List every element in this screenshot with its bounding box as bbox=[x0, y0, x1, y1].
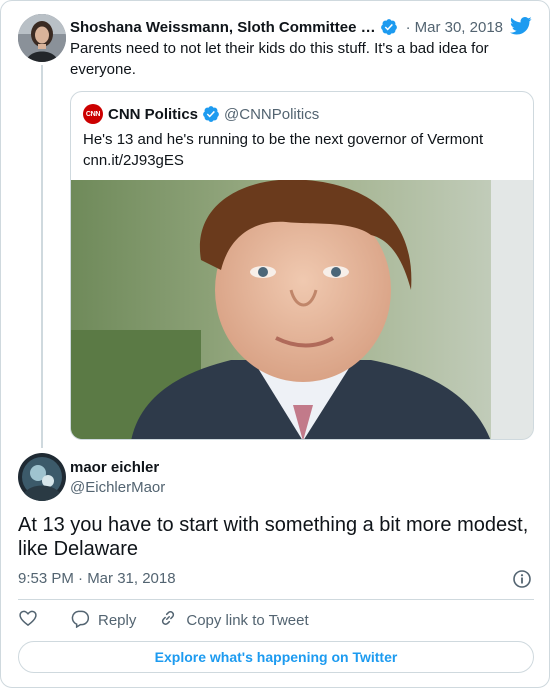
reply-author-name[interactable]: maor eichler bbox=[70, 459, 159, 476]
thread-connector-line bbox=[41, 65, 43, 448]
reply-tweet-text: At 13 you have to start with something a… bbox=[18, 514, 529, 560]
info-icon[interactable] bbox=[512, 569, 532, 589]
like-button[interactable] bbox=[18, 608, 38, 632]
parent-tweet-header: Shoshana Weissmann, Sloth Committee … · … bbox=[70, 16, 540, 37]
explore-twitter-button[interactable]: Explore what's happening on Twitter bbox=[18, 641, 534, 673]
reply-timestamp[interactable]: 9:53 PM · Mar 31, 2018 bbox=[18, 570, 176, 587]
cnn-logo-icon: CNN bbox=[83, 104, 103, 124]
twitter-bird-icon[interactable] bbox=[509, 16, 532, 36]
quoted-author-handle: @CNNPolitics bbox=[224, 105, 320, 123]
reply-author-avatar[interactable] bbox=[18, 453, 66, 501]
parent-tweet-date[interactable]: Mar 30, 2018 bbox=[415, 19, 503, 36]
quoted-tweet-text: He's 13 and he's running to be the next … bbox=[83, 129, 523, 171]
reply-label: Reply bbox=[98, 611, 137, 629]
parent-author-name[interactable]: Shoshana Weissmann, Sloth Committee … bbox=[70, 19, 376, 36]
quoted-tweet-header: CNN CNN Politics @CNNPolitics bbox=[83, 104, 319, 124]
embedded-tweet-card: Shoshana Weissmann, Sloth Committee … · … bbox=[0, 0, 550, 688]
copy-link-label: Copy link to Tweet bbox=[186, 611, 309, 629]
quoted-tweet-photo[interactable] bbox=[71, 180, 533, 439]
actions-divider bbox=[18, 599, 534, 600]
verified-badge-icon bbox=[380, 18, 398, 36]
quoted-tweet-body: He's 13 and he's running to be the next … bbox=[83, 131, 484, 148]
tweet-actions-bar: Reply Copy link to Tweet bbox=[18, 607, 309, 633]
quoted-tweet-card[interactable]: CNN CNN Politics @CNNPolitics He's 13 an… bbox=[70, 91, 534, 440]
copy-link-button[interactable]: Copy link to Tweet bbox=[158, 608, 309, 632]
reply-author-handle[interactable]: @EichlerMaor bbox=[70, 479, 165, 496]
reply-button[interactable]: Reply bbox=[70, 608, 136, 632]
parent-author-avatar[interactable] bbox=[18, 14, 66, 62]
link-icon bbox=[158, 608, 178, 632]
quoted-tweet-link[interactable]: cnn.it/2J93gES bbox=[83, 150, 523, 171]
quoted-verified-badge-icon bbox=[202, 105, 220, 123]
parent-tweet-text: Parents need to not let their kids do th… bbox=[70, 40, 489, 78]
header-separator: · bbox=[405, 18, 411, 36]
reply-icon bbox=[70, 608, 90, 632]
heart-icon bbox=[18, 608, 38, 632]
quoted-author-name: CNN Politics bbox=[108, 105, 199, 123]
